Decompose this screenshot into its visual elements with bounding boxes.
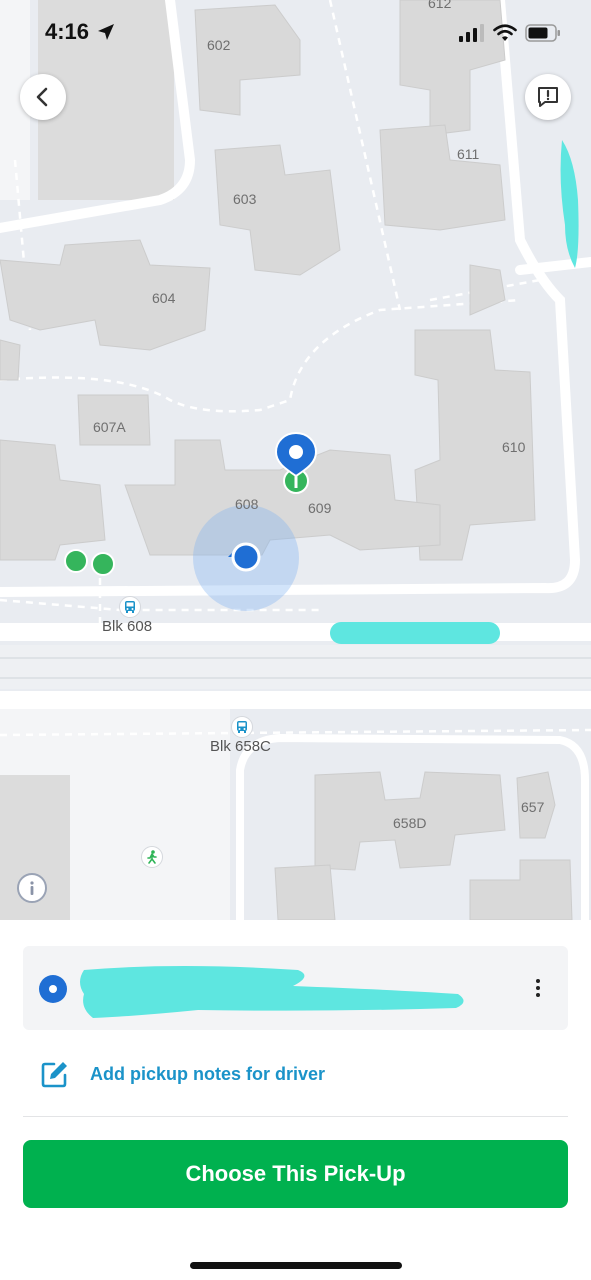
info-icon[interactable] (17, 873, 47, 903)
map-block-label: 608 (235, 496, 259, 512)
bus-stop-marker[interactable] (119, 596, 141, 618)
chevron-left-icon (36, 87, 48, 107)
map-block-label: 607A (93, 419, 126, 435)
report-button[interactable] (525, 74, 571, 120)
add-pickup-notes-link[interactable]: Add pickup notes for driver (40, 1058, 325, 1090)
edit-note-icon (41, 1062, 67, 1088)
status-time: 4:16 (45, 19, 90, 44)
report-icon (538, 87, 558, 107)
pickup-point-markers[interactable] (62, 548, 118, 578)
map-block-label: 611 (457, 146, 480, 162)
divider (23, 1116, 568, 1117)
map-view[interactable]: 612 602 611 603 604 607A 610 608 609 658… (0, 0, 591, 920)
current-location-dot (228, 542, 261, 572)
bus-stop-label: Blk 658C (210, 738, 271, 755)
map-block-label: 658D (393, 815, 427, 831)
location-arrow-icon (98, 24, 114, 40)
map-block-label: 610 (502, 439, 526, 455)
bus-stop-marker[interactable] (231, 716, 253, 738)
bus-icon (237, 721, 247, 733)
wifi-icon (493, 24, 517, 41)
more-vertical-icon[interactable] (532, 974, 544, 1002)
selected-pickup-pin[interactable] (272, 430, 320, 500)
location-pin-icon (39, 975, 67, 1003)
battery-icon (525, 24, 560, 42)
home-indicator[interactable] (190, 1262, 402, 1269)
bus-icon (125, 601, 135, 613)
bus-stop-label: Blk 608 (102, 618, 153, 635)
pickup-location-card[interactable] (23, 946, 568, 1030)
status-bar: 4:16 (0, 0, 591, 64)
back-button[interactable] (20, 74, 66, 120)
map-block-label: 657 (521, 799, 545, 815)
add-pickup-notes-label: Add pickup notes for driver (90, 1063, 326, 1084)
map-block-label: 603 (233, 191, 257, 207)
pedestrian-marker[interactable] (141, 846, 163, 868)
choose-pickup-button[interactable]: Choose This Pick-Up (23, 1140, 568, 1208)
bottom-sheet: Add pickup notes for driver Choose This … (0, 920, 591, 1280)
map-block-label: 609 (308, 500, 332, 516)
cellular-signal-icon (459, 24, 484, 42)
pedestrian-icon (147, 850, 157, 864)
map-block-label: 604 (152, 290, 176, 306)
redacted-address (80, 966, 464, 1018)
